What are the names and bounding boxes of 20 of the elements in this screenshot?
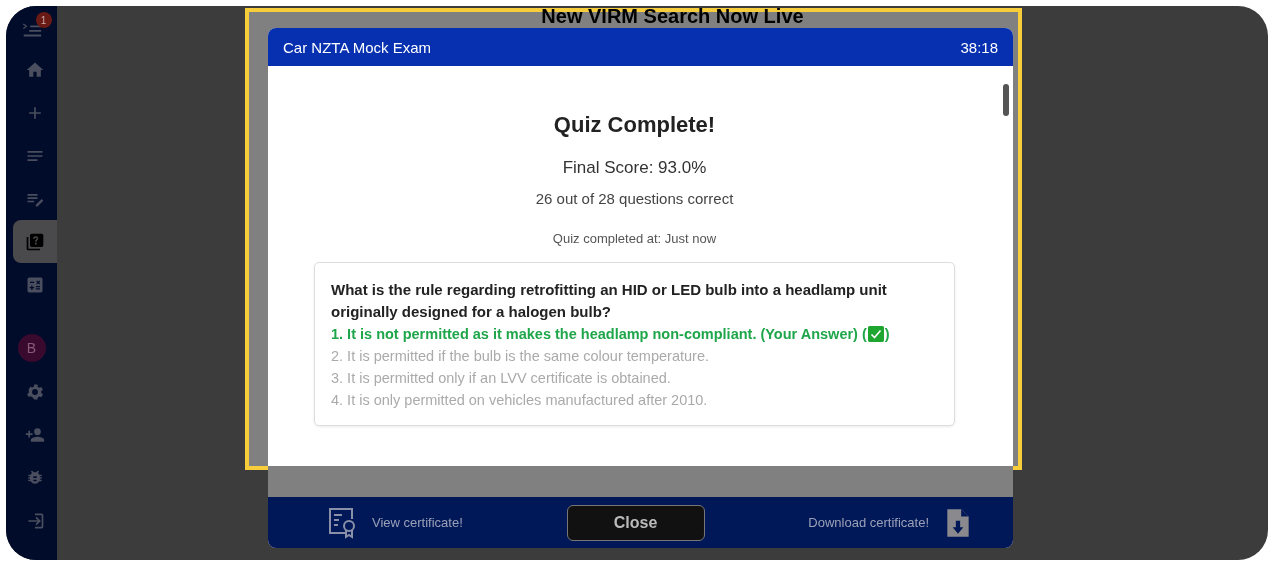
- timer: 38:18: [960, 38, 998, 56]
- view-certificate-link[interactable]: View certificate!: [372, 515, 463, 530]
- result-title: Quiz Complete!: [553, 112, 716, 138]
- close-button[interactable]: Close: [566, 504, 705, 541]
- dialog-title: Car NZTA Mock Exam: [283, 38, 432, 56]
- answer-option: 3. It is permitted only if an LVV certificate is obtained.: [331, 367, 938, 389]
- page-heading: New VIRM Search Now Live: [541, 6, 804, 27]
- question-text: What is the rule regarding retrofitting an HID or LED bulb into a headlamp unit originally designed for a halogen bulb?: [331, 280, 888, 322]
- notification-badge: 1: [35, 12, 52, 28]
- final-score: Final Score: 93.0%: [562, 158, 707, 178]
- sidebar-item[interactable]: [13, 220, 57, 263]
- score-summary: 26 out of 28 questions correct: [535, 190, 734, 207]
- answer-option: 1. It is not permitted as it makes the headlamp non-compliant. (Your Answer) ( ): [331, 323, 938, 345]
- answer-option: 2. It is permitted if the bulb is the same colour temperature.: [331, 345, 938, 367]
- completion-time: Quiz completed at: Just now: [552, 231, 717, 246]
- answer-option: 4. It is only permitted on vehicles manufactured after 2010.: [331, 389, 938, 411]
- certificate-icon[interactable]: [328, 506, 358, 539]
- menu-button[interactable]: 1: [9, 12, 54, 48]
- quiz-icon: [25, 231, 45, 252]
- download-certificate-link[interactable]: Download certificate!: [808, 515, 929, 530]
